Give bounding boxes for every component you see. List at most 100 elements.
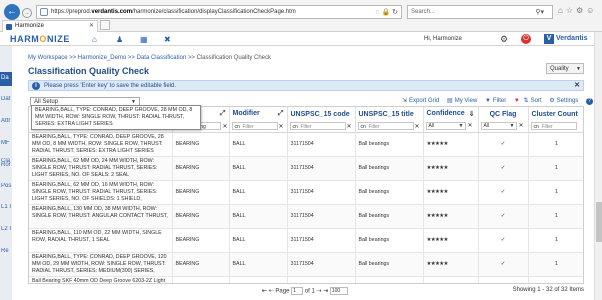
rows-per-page-select[interactable]: 100 — [329, 287, 348, 295]
cluster-count-cell[interactable]: 1 — [528, 204, 583, 229]
col-modifier-header[interactable]: Modifier ⤢ — [229, 107, 288, 121]
page-scrollbar[interactable] — [594, 32, 602, 300]
qc-flag-cell[interactable]: ✓ — [478, 156, 529, 181]
user-greeting[interactable]: Hi, Harmonize — [424, 36, 462, 42]
item-description-cell[interactable]: Ball Bearing SKF 40mm OD Deep Groove 620… — [29, 276, 173, 283]
browser-tab[interactable]: Harmonize ✕ — [2, 20, 98, 32]
sidebar-item-3[interactable]: MF — [0, 140, 12, 146]
sidebar-item-6[interactable]: Pos — [0, 183, 12, 189]
table-row[interactable]: BEARING,BALL, 62 MM OD, 16 MM WIDTH, ROW… — [29, 180, 583, 205]
sidebar-item-7[interactable]: L1 I — [0, 204, 12, 210]
page-number-input[interactable]: 1 — [291, 287, 304, 295]
filter-modifier[interactable]: cn Filter ✕ — [229, 121, 288, 133]
next-page-icon[interactable]: ⇢ — [316, 289, 321, 295]
confidence-filter-select[interactable]: All ▼ — [425, 122, 466, 131]
home-icon[interactable]: ⌂ — [92, 35, 97, 44]
home-star-settings-icons[interactable]: ⌂☆⚙☺ — [558, 6, 597, 15]
clear-filter-icon[interactable]: ✕ — [414, 123, 419, 130]
clear-filter-icon[interactable]: ✕ — [346, 123, 351, 130]
sidebar-item-8[interactable]: L2 I — [0, 226, 12, 232]
settings-button[interactable]: Settings — [557, 98, 579, 104]
sidebar-item-2[interactable]: Attr — [0, 118, 12, 124]
unspsc-code-cell[interactable]: 31171504 — [287, 180, 356, 205]
sidebar-item-9[interactable]: Re — [0, 248, 12, 254]
settings-gear-icon[interactable]: ⚙ — [500, 34, 508, 45]
unspsc-title-cell[interactable]: Ball bearings — [355, 252, 424, 277]
unspsc-title-cell[interactable]: Ball bearings — [355, 132, 424, 157]
filter-operator[interactable]: cn — [361, 124, 366, 130]
qc-flag-cell[interactable]: ✓ — [478, 228, 529, 253]
sort-arrow-icon[interactable]: ⇓ — [469, 110, 475, 118]
cluster-count-cell[interactable]: 1 — [528, 180, 583, 205]
cluster-count-cell[interactable]: 1 — [528, 132, 583, 157]
power-logout-icon[interactable]: ⏻ — [521, 34, 531, 44]
filter-cluster-count[interactable]: cn Filter — [528, 121, 583, 133]
qc-flag-cell[interactable]: ✓ — [478, 252, 529, 277]
table-row[interactable]: BEARING,BALL, TYPE: CONRAD, DEEP GROOVE,… — [29, 132, 583, 157]
cluster-count-cell[interactable]: 1 — [528, 276, 583, 283]
harmonize-logo[interactable]: HARMONIZE — [10, 34, 70, 44]
unspsc-title-cell[interactable]: Ball bearings — [355, 276, 424, 283]
table-row[interactable]: BEARING,BALL, 110 MM OD, 22 MM WIDTH, SI… — [29, 228, 583, 253]
close-tab-icon[interactable]: ✕ — [89, 22, 94, 29]
view-icon[interactable]: ▤ — [447, 98, 453, 104]
qcflag-filter-select[interactable]: All ▼ — [480, 122, 517, 131]
unspsc-code-cell[interactable]: 31171504 — [287, 228, 356, 253]
col-confidence-header[interactable]: Confidence ⇓ — [423, 107, 479, 121]
expand-icon[interactable]: ⤢ — [278, 110, 284, 118]
sidebar-item-1[interactable]: Dat — [0, 96, 12, 102]
unspsc-title-cell[interactable]: Ball bearings — [355, 180, 424, 205]
item-description-cell[interactable]: BEARING,BALL, 110 MM OD, 22 MM WIDTH, SI… — [29, 228, 173, 253]
unspsc-title-cell[interactable]: Ball bearings — [355, 228, 424, 253]
cluster-count-cell[interactable]: 1 — [528, 228, 583, 253]
filter-operator[interactable]: cn — [235, 124, 240, 130]
cluster-count-cell[interactable]: 1 — [528, 252, 583, 277]
unspsc-code-cell[interactable]: 31171504 — [287, 156, 356, 181]
unspsc-code-cell[interactable]: 31171504 — [287, 132, 356, 157]
back-arrow-icon[interactable]: ← — [4, 4, 20, 20]
new-tab-button[interactable] — [100, 20, 110, 30]
report-icon[interactable]: ▦ — [140, 35, 148, 44]
table-row[interactable]: Ball Bearing SKF 40mm OD Deep Groove 620… — [29, 276, 583, 283]
scrollbar-thumb[interactable] — [596, 202, 602, 242]
sort-button[interactable]: Sort — [531, 98, 542, 104]
clear-filter-icon[interactable]: ✕ — [468, 123, 473, 129]
col-unspsc-title-header[interactable]: UNSPSC_15 title — [355, 107, 424, 121]
unspsc-title-cell[interactable]: Ball bearings — [355, 156, 424, 181]
close-icon[interactable]: ✕ — [574, 81, 580, 89]
qc-flag-cell[interactable]: ✓ — [478, 204, 529, 229]
filter-icon[interactable]: ▼ — [485, 98, 491, 104]
sort-icon[interactable]: ⇅ — [524, 98, 529, 104]
col-unspsc-code-header[interactable]: UNSPSC_15 code — [287, 107, 356, 121]
unspsc-title-cell[interactable]: Ball bearings — [355, 204, 424, 229]
search-icon[interactable]: ⚲▾ — [535, 8, 544, 16]
table-row[interactable]: BEARING,BALL, TYPE: CONRAD, DEEP GROOVE,… — [29, 252, 583, 277]
clear-filter-icon[interactable]: ✕ — [222, 123, 227, 130]
table-row[interactable]: BEARING,BALL, 62 MM OD, 24 MM WIDTH, ROW… — [29, 156, 583, 181]
export-icon[interactable]: ⇲ — [402, 98, 407, 104]
filter-operator[interactable]: cn — [293, 124, 298, 130]
my-view-button[interactable]: My View — [455, 98, 478, 104]
prev-page-icon[interactable]: ⇠ — [269, 289, 274, 295]
last-page-icon[interactable]: ⇥ — [323, 289, 328, 295]
sidebar-item-0[interactable]: Da — [0, 72, 12, 86]
qc-flag-cell[interactable]: ✓ — [478, 180, 529, 205]
export-grid-button[interactable]: Export Grid — [409, 98, 439, 104]
sidebar-item-5[interactable]: Ror — [0, 162, 12, 168]
qc-flag-cell[interactable]: ✓ — [478, 276, 529, 283]
breadcrumb[interactable]: My Workspace >> Harmonize_Demo >> Data C… — [28, 55, 271, 61]
clear-filter-icon[interactable]: ▼ — [514, 98, 520, 104]
filter-unspsc-title[interactable]: cn Filter ✕ — [355, 121, 424, 133]
browser-search-input[interactable]: Search... ⚲▾ — [407, 5, 553, 19]
table-row[interactable]: BEARING,BALL, 130 MM OD, 38 MM WIDTH, RO… — [29, 204, 583, 229]
item-description-cell[interactable]: BEARING,BALL, 130 MM OD, 38 MM WIDTH, RO… — [29, 204, 173, 229]
item-description-cell[interactable]: BEARING,BALL, TYPE: CONRAD, DEEP GROOVE,… — [29, 252, 173, 277]
address-bar[interactable]: https://preprod.verdantis.com/harmonize/… — [36, 5, 402, 19]
item-description-cell[interactable]: BEARING,BALL, 62 MM OD, 16 MM WIDTH, ROW… — [29, 180, 173, 205]
tools-icon[interactable]: ✖ — [164, 35, 171, 44]
col-cluster-count-header[interactable]: Cluster Count — [528, 107, 583, 121]
forward-arrow-icon[interactable]: → — [22, 8, 32, 18]
filter-confidence[interactable]: All ▼ ✕ — [423, 121, 479, 133]
breadcrumb-path[interactable]: My Workspace >> Harmonize_Demo >> Data C… — [28, 55, 197, 61]
item-description-cell[interactable]: BEARING,BALL, TYPE: CONRAD, DEEP GROOVE,… — [29, 132, 173, 157]
